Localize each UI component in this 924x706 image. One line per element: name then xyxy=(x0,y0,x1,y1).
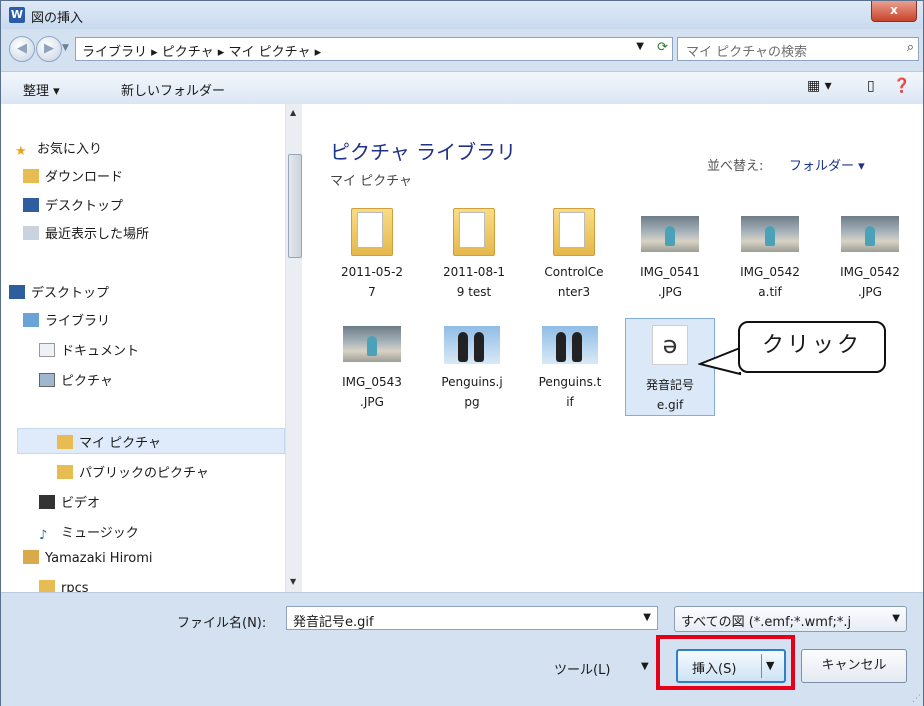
file-type-value: すべての図 (*.emf;*.wmf;*.j xyxy=(681,615,852,630)
folder-icon xyxy=(57,465,73,479)
folder-icon xyxy=(39,580,55,592)
file-item[interactable]: ControlCe nter3 xyxy=(532,206,616,302)
video-icon xyxy=(39,495,55,509)
folder-icon xyxy=(553,208,595,256)
address-dropdown-icon[interactable]: ▼ xyxy=(636,41,644,52)
file-type-select[interactable]: すべての図 (*.emf;*.wmf;*.j ▼ xyxy=(674,606,907,632)
filename-label: ファイル名(N): xyxy=(177,616,267,631)
click-callout: クリック xyxy=(738,321,886,373)
forward-button[interactable]: ▶ xyxy=(36,36,62,62)
title-bar: W 図の挿入 x xyxy=(1,1,923,29)
help-icon[interactable]: ❓ xyxy=(893,78,910,94)
nav-item-pictures[interactable]: ピクチャ xyxy=(39,370,113,389)
image-thumbnail xyxy=(542,326,598,364)
callout-pointer xyxy=(698,346,742,376)
breadcrumb[interactable]: ライブラリ ▸ ピクチャ ▸ マイ ピクチャ ▸ xyxy=(82,41,321,60)
library-title: ピクチャ ライブラリ xyxy=(330,140,517,164)
image-thumbnail xyxy=(741,216,799,252)
search-icon[interactable]: ⌕ xyxy=(907,40,914,55)
gif-thumbnail: ə xyxy=(652,325,688,365)
organize-button[interactable]: 整理 ▾ xyxy=(23,80,60,99)
user-folder-icon xyxy=(23,550,39,564)
folder-icon xyxy=(453,208,495,256)
nav-item-desktop-favorite[interactable]: デスクトップ xyxy=(23,195,123,214)
nav-item-favorites[interactable]: ★ お気に入り xyxy=(15,138,102,159)
nav-item-downloads[interactable]: ダウンロード xyxy=(23,166,123,185)
preview-pane-icon[interactable]: ▯ xyxy=(867,78,875,94)
file-type-dropdown-icon[interactable]: ▼ xyxy=(892,613,900,624)
nav-item-recent-places[interactable]: 最近表示した場所 xyxy=(23,223,149,242)
nav-item-my-pictures-label[interactable]: マイ ピクチャ xyxy=(57,432,161,451)
tools-dropdown-icon[interactable]: ▼ xyxy=(641,661,649,672)
file-item[interactable]: 2011-08-1 9 test xyxy=(432,206,516,302)
filename-dropdown-icon[interactable]: ▼ xyxy=(643,612,651,623)
image-thumbnail xyxy=(641,216,699,252)
window-title: 図の挿入 xyxy=(31,11,84,26)
library-subtitle: マイ ピクチャ xyxy=(330,174,413,189)
nav-item-desktop[interactable]: デスクトップ xyxy=(9,282,109,301)
search-placeholder: マイ ピクチャの検索 xyxy=(686,45,808,60)
downloads-folder-icon xyxy=(23,169,39,183)
tools-button[interactable]: ツール(L) xyxy=(554,659,610,678)
cancel-button[interactable]: キャンセル xyxy=(801,649,907,683)
nav-item-rpcs[interactable]: rpcs xyxy=(39,580,89,592)
command-toolbar: 整理 ▾ 新しいフォルダー ▦ ▾ ▯ ❓ xyxy=(1,71,923,105)
documents-icon xyxy=(39,343,55,357)
image-thumbnail xyxy=(444,326,500,364)
nav-item-user[interactable]: Yamazaki Hiromi xyxy=(23,550,153,566)
music-icon: ♪ xyxy=(39,528,48,543)
nav-item-documents[interactable]: ドキュメント xyxy=(39,340,139,359)
my-pictures-folder-icon xyxy=(57,435,73,449)
file-item[interactable]: 2011-05-2 7 xyxy=(330,206,414,302)
word-app-icon: W xyxy=(9,7,25,23)
navigation-bar: ◀ ▶ ▼ ライブラリ ▸ ピクチャ ▸ マイ ピクチャ ▸ ▼ ⟳ マイ ピク… xyxy=(1,29,923,71)
file-item[interactable]: IMG_0543 .JPG xyxy=(330,316,414,412)
recent-places-icon xyxy=(23,226,39,240)
filename-value[interactable]: 発音記号e.gif xyxy=(293,611,374,630)
filename-input[interactable]: 発音記号e.gif ▼ xyxy=(286,606,658,630)
navigation-scrollbar[interactable]: ▲ ▼ xyxy=(285,104,303,592)
file-item[interactable]: Penguins.j pg xyxy=(430,316,514,412)
recent-pages-dropdown[interactable]: ▼ xyxy=(62,43,69,53)
back-button[interactable]: ◀ xyxy=(9,36,35,62)
search-input[interactable]: マイ ピクチャの検索 ⌕ xyxy=(677,37,919,61)
desktop-icon xyxy=(23,198,39,212)
file-item[interactable]: IMG_0542 .JPG xyxy=(828,206,912,302)
nav-item-music[interactable]: ♪ ミュージック xyxy=(39,522,139,543)
insert-picture-dialog: W 図の挿入 x ◀ ▶ ▼ ライブラリ ▸ ピクチャ ▸ マイ ピクチャ ▸ … xyxy=(0,0,924,706)
sort-by-dropdown[interactable]: フォルダー ▾ xyxy=(789,155,865,174)
sort-label: 並べ替え: xyxy=(707,159,764,174)
scroll-down-icon[interactable]: ▼ xyxy=(290,577,296,586)
scroll-up-icon[interactable]: ▲ xyxy=(290,108,296,117)
library-icon xyxy=(23,313,39,327)
file-item[interactable]: IMG_0542 a.tif xyxy=(728,206,812,302)
new-folder-button[interactable]: 新しいフォルダー xyxy=(121,80,225,99)
navigation-pane: ★ お気に入り ダウンロード デスクトップ 最近表示した場所 デスクトップ ライブ… xyxy=(1,104,285,592)
nav-item-public-pictures[interactable]: パブリックのピクチャ xyxy=(57,462,209,481)
file-item[interactable]: IMG_0541 .JPG xyxy=(628,206,712,302)
scrollbar-thumb[interactable] xyxy=(288,154,302,258)
nav-item-videos[interactable]: ビデオ xyxy=(39,492,100,511)
insert-highlight-box xyxy=(656,635,795,690)
address-bar[interactable]: ライブラリ ▸ ピクチャ ▸ マイ ピクチャ ▸ ▼ ⟳ xyxy=(75,37,673,61)
image-thumbnail xyxy=(841,216,899,252)
desktop-icon xyxy=(9,285,25,299)
resize-grip[interactable]: ⋰ xyxy=(912,694,921,704)
view-options-icon[interactable]: ▦ ▾ xyxy=(807,78,832,94)
refresh-icon[interactable]: ⟳ xyxy=(657,40,668,55)
folder-icon xyxy=(351,208,393,256)
nav-item-libraries[interactable]: ライブラリ xyxy=(23,310,110,329)
file-item[interactable]: Penguins.t if xyxy=(528,316,612,412)
close-button[interactable]: x xyxy=(871,1,917,22)
star-icon: ★ xyxy=(15,144,27,159)
pictures-icon xyxy=(39,373,55,387)
image-thumbnail xyxy=(343,326,401,362)
